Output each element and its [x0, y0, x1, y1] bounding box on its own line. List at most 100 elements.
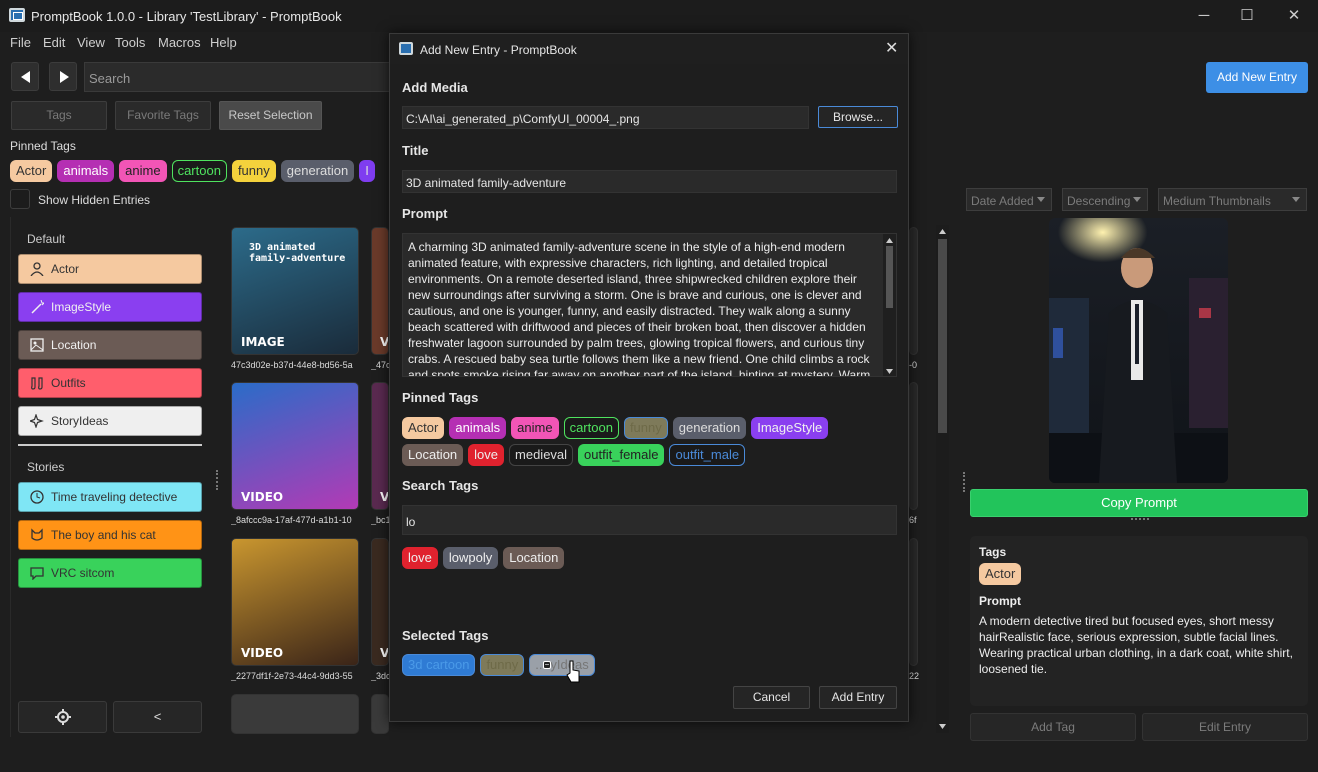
- tags-button[interactable]: Tags: [11, 101, 107, 130]
- scrollbar-thumb[interactable]: [938, 239, 947, 433]
- menu-macros[interactable]: Macros: [158, 35, 201, 50]
- selected-tag-funny[interactable]: funny: [480, 654, 525, 676]
- browse-button[interactable]: Browse...: [818, 106, 898, 128]
- prompt-scrollbar-thumb[interactable]: [886, 246, 893, 308]
- dialog-close-icon[interactable]: ✕: [885, 38, 898, 58]
- dialog-pinned-tag-location[interactable]: Location: [402, 444, 464, 466]
- thumbnail[interactable]: V: [371, 227, 389, 355]
- entry-tag-actor[interactable]: Actor: [979, 563, 1022, 585]
- thumbnail-size-dropdown[interactable]: Medium Thumbnails: [1158, 188, 1307, 211]
- entry-info-panel: Tags Actor Prompt A modern detective tir…: [970, 536, 1308, 706]
- selected-tag-ryideas[interactable]: ...ryIdeas: [529, 654, 595, 676]
- menu-help[interactable]: Help: [210, 35, 237, 50]
- pinned-tag-i[interactable]: I: [359, 160, 375, 182]
- thumbnail[interactable]: VIDEO: [231, 538, 359, 666]
- window-title: PromptBook 1.0.0 - Library 'TestLibrary'…: [31, 9, 342, 24]
- thumbnail[interactable]: [231, 694, 359, 734]
- thumbnail[interactable]: 3D animated family-adventure IMAGE: [231, 227, 359, 355]
- sidebar-item-storyideas[interactable]: StoryIdeas: [18, 406, 202, 436]
- pinned-tag-actor[interactable]: Actor: [10, 160, 53, 182]
- entry-prompt-text: A modern detective tired but focused eye…: [979, 614, 1293, 676]
- settings-button[interactable]: [18, 701, 107, 733]
- scroll-up-icon[interactable]: [883, 236, 896, 245]
- reset-selection-button[interactable]: Reset Selection: [219, 101, 322, 130]
- dialog-pinned-tag-outfit-female[interactable]: outfit_female: [578, 444, 665, 466]
- splitter-handle[interactable]: [216, 470, 218, 490]
- search-input[interactable]: Search: [84, 62, 390, 92]
- menu-tools[interactable]: Tools: [115, 35, 145, 50]
- thumbnail[interactable]: V: [371, 538, 389, 666]
- sort-order-dropdown[interactable]: Descending: [1062, 188, 1148, 211]
- copy-prompt-button[interactable]: Copy Prompt: [970, 489, 1308, 517]
- show-hidden-checkbox[interactable]: [10, 189, 30, 209]
- menu-edit[interactable]: Edit: [43, 35, 65, 50]
- dialog-pinned-tag-funny[interactable]: funny: [623, 417, 668, 439]
- sidebar-item-vrc-sitcom[interactable]: VRC sitcom: [18, 558, 202, 588]
- dialog-pinned-tag-actor[interactable]: Actor: [402, 417, 445, 439]
- arrow-right-icon: [60, 71, 69, 83]
- edit-entry-button[interactable]: Edit Entry: [1142, 713, 1308, 741]
- add-tag-button[interactable]: Add Tag: [970, 713, 1136, 741]
- dialog-pinned-tag-imagestyle[interactable]: ImageStyle: [751, 417, 829, 439]
- pinned-tag-generation[interactable]: generation: [280, 160, 355, 182]
- search-result-tag-lowpoly[interactable]: lowpoly: [442, 547, 499, 569]
- thumbnail[interactable]: VIDEO: [231, 382, 359, 510]
- thumbnail[interactable]: [909, 538, 918, 666]
- add-entry-button[interactable]: Add Entry: [819, 686, 897, 709]
- thumbnail[interactable]: [909, 382, 918, 510]
- show-hidden-label: Show Hidden Entries: [38, 193, 151, 207]
- favorite-tags-button[interactable]: Favorite Tags: [115, 101, 211, 130]
- sort-field-dropdown[interactable]: Date Added: [966, 188, 1052, 211]
- selected-tag-3d-cartoon[interactable]: 3d cartoon: [402, 654, 476, 676]
- search-result-tag-love[interactable]: love: [402, 547, 438, 569]
- minimize-button[interactable]: ─: [1191, 6, 1217, 26]
- search-result-tag-location[interactable]: Location: [503, 547, 565, 569]
- search-tags-field[interactable]: lo: [402, 505, 897, 535]
- sidebar-border: [10, 217, 11, 737]
- pinned-tag-anime[interactable]: anime: [119, 160, 167, 182]
- remove-tag-icon[interactable]: −: [543, 661, 551, 669]
- splitter-handle-horizontal[interactable]: [1131, 518, 1149, 520]
- cancel-button[interactable]: Cancel: [733, 686, 810, 709]
- dialog-pinned-tag-outfit-male[interactable]: outfit_male: [669, 444, 746, 466]
- sidebar-item-imagestyle[interactable]: ImageStyle: [18, 292, 202, 322]
- thumbnail[interactable]: [909, 227, 918, 355]
- thumbnail[interactable]: [371, 694, 389, 734]
- media-path-field[interactable]: C:\AI\ai_generated_p\ComfyUI_00004_.png: [402, 106, 809, 129]
- grid-scrollbar[interactable]: [936, 225, 949, 733]
- back-button[interactable]: [11, 62, 39, 91]
- thumbnail-filename: _8afccc9a-17af-477d-a1b1-10: [231, 515, 352, 525]
- thumbnail[interactable]: V: [371, 382, 389, 510]
- pinned-tag-cartoon[interactable]: cartoon: [171, 160, 227, 182]
- sidebar-item-the-boy-and-his-cat[interactable]: The boy and his cat: [18, 520, 202, 550]
- scroll-down-icon[interactable]: [936, 721, 949, 731]
- dialog-pinned-tag-cartoon[interactable]: cartoon: [563, 417, 619, 439]
- menu-view[interactable]: View: [77, 35, 105, 50]
- sidebar-item-actor[interactable]: Actor: [18, 254, 202, 284]
- collapse-sidebar-button[interactable]: <: [113, 701, 202, 733]
- title-field[interactable]: 3D animated family-adventure: [402, 170, 897, 193]
- pinned-tag-animals[interactable]: animals: [57, 160, 115, 182]
- splitter-handle-right[interactable]: [963, 472, 965, 492]
- dialog-pinned-tag-anime[interactable]: anime: [511, 417, 559, 439]
- pinned-tags-label: Pinned Tags: [10, 139, 76, 153]
- add-new-entry-button[interactable]: Add New Entry: [1206, 62, 1308, 93]
- sidebar-item-outfits[interactable]: Outfits: [18, 368, 202, 398]
- menu-file[interactable]: File: [10, 35, 31, 50]
- sidebar-item-time-traveling-detective[interactable]: Time traveling detective: [18, 482, 202, 512]
- dialog-pinned-tag-animals[interactable]: animals: [449, 417, 507, 439]
- shoes-icon: [31, 377, 43, 390]
- sidebar-item-location[interactable]: Location: [18, 330, 202, 360]
- dialog-pinned-tag-generation[interactable]: generation: [672, 417, 747, 439]
- prompt-scrollbar[interactable]: [883, 234, 896, 376]
- dialog-pinned-tag-love[interactable]: love: [468, 444, 505, 466]
- cat-icon: [31, 528, 43, 541]
- forward-button[interactable]: [49, 62, 77, 91]
- scroll-down-icon[interactable]: [883, 366, 896, 375]
- maximize-button[interactable]: ☐: [1234, 6, 1260, 26]
- pinned-tag-funny[interactable]: funny: [231, 160, 276, 182]
- close-button[interactable]: ✕: [1281, 6, 1307, 26]
- scroll-up-icon[interactable]: [936, 227, 949, 237]
- prompt-textarea[interactable]: A charming 3D animated family-adventure …: [402, 233, 897, 377]
- dialog-pinned-tag-medieval[interactable]: medieval: [509, 444, 574, 466]
